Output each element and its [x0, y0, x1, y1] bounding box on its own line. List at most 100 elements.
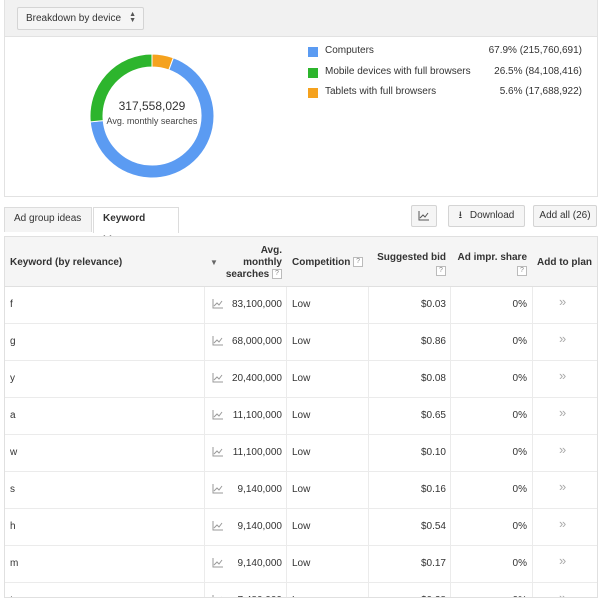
- download-icon: ⭳: [458, 210, 463, 221]
- trend-chart-icon[interactable]: [212, 447, 224, 457]
- keyword-cell[interactable]: f: [10, 287, 13, 323]
- column-divider: [204, 324, 205, 360]
- ad-impr-share-cell: 0%: [512, 484, 527, 495]
- suggested-bid-cell: $0.86: [420, 336, 446, 347]
- competition-cell: Low: [292, 521, 311, 532]
- donut-center-text: 317,558,029 Avg. monthly searches: [101, 99, 203, 126]
- competition-cell: Low: [292, 373, 311, 384]
- column-divider: [204, 472, 205, 508]
- suggested-bid-cell: $0.08: [420, 373, 446, 384]
- help-icon[interactable]: ?: [517, 266, 527, 277]
- header-keyword[interactable]: Keyword (by relevance): [10, 257, 122, 268]
- keyword-cell[interactable]: a: [10, 398, 16, 434]
- header-ad-impr-share[interactable]: Ad impr. share ?: [455, 251, 527, 279]
- trend-chart-icon[interactable]: [212, 521, 224, 531]
- tab-keyword-ideas[interactable]: Keyword ideas: [93, 207, 179, 246]
- competition-cell: Low: [292, 484, 311, 495]
- legend-label: Tablets with full browsers: [325, 86, 437, 97]
- keyword-cell[interactable]: g: [10, 324, 16, 360]
- add-to-plan-icon[interactable]: »: [559, 398, 566, 428]
- breakdown-dropdown-label: Breakdown by device: [26, 13, 122, 24]
- column-divider: [532, 435, 533, 471]
- column-divider: [450, 324, 451, 360]
- column-divider: [450, 287, 451, 323]
- legend-value: 67.9% (215,760,691): [488, 45, 582, 56]
- download-label: Download: [469, 210, 515, 221]
- legend-value: 5.6% (17,688,922): [499, 86, 582, 97]
- header-competition[interactable]: Competition ?: [292, 257, 364, 268]
- avg-searches-cell: 68,000,000: [231, 336, 282, 347]
- chart-toggle-button[interactable]: [411, 205, 437, 227]
- column-divider: [204, 398, 205, 434]
- keyword-cell[interactable]: h: [10, 509, 16, 545]
- avg-searches-cell: 11,100,000: [232, 410, 282, 421]
- trend-chart-icon[interactable]: [212, 558, 224, 568]
- add-to-plan-icon[interactable]: »: [559, 509, 566, 539]
- column-divider: [286, 324, 287, 360]
- ad-impr-share-cell: 0%: [512, 299, 527, 310]
- column-divider: [204, 583, 205, 597]
- total-searches-value: 317,558,029: [118, 99, 186, 113]
- column-divider: [532, 472, 533, 508]
- avg-searches-cell: 20,400,000: [231, 373, 282, 384]
- add-to-plan-icon[interactable]: »: [559, 546, 566, 576]
- column-divider: [532, 361, 533, 397]
- column-divider: [286, 435, 287, 471]
- header-avg-monthly-searches[interactable]: Avg. monthly searches ?: [223, 245, 282, 281]
- table-row: t 7,480,000 Low $0.28 0% »: [5, 583, 597, 597]
- keyword-cell[interactable]: w: [10, 435, 17, 471]
- column-divider: [450, 546, 451, 582]
- add-all-button[interactable]: Add all (26): [533, 205, 597, 227]
- keyword-cell[interactable]: t: [10, 583, 13, 597]
- trend-chart-icon[interactable]: [212, 373, 224, 383]
- add-to-plan-icon[interactable]: »: [559, 287, 566, 317]
- suggested-bid-cell: $0.54: [420, 521, 446, 532]
- add-to-plan-icon[interactable]: »: [559, 472, 566, 502]
- suggested-bid-cell: $0.10: [420, 447, 446, 458]
- column-divider: [204, 287, 205, 323]
- table-row: w 11,100,000 Low $0.10 0% »: [5, 435, 597, 472]
- table-row: m 9,140,000 Low $0.17 0% »: [5, 546, 597, 583]
- updown-arrows-icon: ▲ ▼: [129, 11, 137, 24]
- column-divider: [532, 324, 533, 360]
- help-icon[interactable]: ?: [436, 266, 446, 277]
- trend-chart-icon[interactable]: [212, 484, 224, 494]
- trend-chart-icon[interactable]: [212, 299, 224, 309]
- header-bid-label: Suggested bid: [377, 252, 446, 263]
- device-breakdown-panel: 317,558,029 Avg. monthly searches Comput…: [4, 37, 598, 197]
- header-suggested-bid[interactable]: Suggested bid ?: [373, 251, 446, 279]
- ad-impr-share-cell: 0%: [512, 447, 527, 458]
- avg-searches-cell: 9,140,000: [237, 521, 283, 532]
- download-button[interactable]: ⭳ Download: [448, 205, 525, 227]
- total-searches-label: Avg. monthly searches: [106, 116, 198, 126]
- legend-row-tablets: Tablets with full browsers 5.6% (17,688,…: [308, 86, 594, 107]
- add-to-plan-icon[interactable]: »: [559, 324, 566, 354]
- tab-ad-group-ideas[interactable]: Ad group ideas: [4, 207, 92, 232]
- suggested-bid-cell: $0.17: [420, 558, 446, 569]
- trend-chart-icon[interactable]: [212, 410, 224, 420]
- keyword-cell[interactable]: y: [10, 361, 15, 397]
- suggested-bid-cell: $0.65: [420, 410, 446, 421]
- column-divider: [368, 546, 369, 582]
- keyword-cell[interactable]: s: [10, 472, 15, 508]
- legend-label: Computers: [325, 45, 374, 56]
- header-competition-label: Competition: [292, 257, 351, 268]
- column-divider: [532, 583, 533, 597]
- breakdown-header: Breakdown by device ▲ ▼: [4, 0, 598, 37]
- keyword-cell[interactable]: m: [10, 546, 18, 582]
- trend-chart-icon[interactable]: [212, 336, 224, 346]
- column-divider: [368, 472, 369, 508]
- column-divider: [450, 435, 451, 471]
- breakdown-by-device-dropdown[interactable]: Breakdown by device ▲ ▼: [17, 7, 145, 30]
- line-chart-icon: [418, 211, 429, 221]
- add-to-plan-icon[interactable]: »: [559, 435, 566, 465]
- help-icon[interactable]: ?: [353, 257, 364, 268]
- ad-impr-share-cell: 0%: [512, 410, 527, 421]
- column-divider: [286, 472, 287, 508]
- help-icon[interactable]: ?: [272, 269, 282, 280]
- add-to-plan-icon[interactable]: »: [559, 361, 566, 391]
- table-row: f 83,100,000 Low $0.03 0% »: [5, 287, 597, 324]
- sort-desc-icon[interactable]: ▼: [210, 258, 218, 267]
- add-to-plan-icon[interactable]: »: [559, 583, 566, 597]
- legend-swatch: [308, 47, 318, 57]
